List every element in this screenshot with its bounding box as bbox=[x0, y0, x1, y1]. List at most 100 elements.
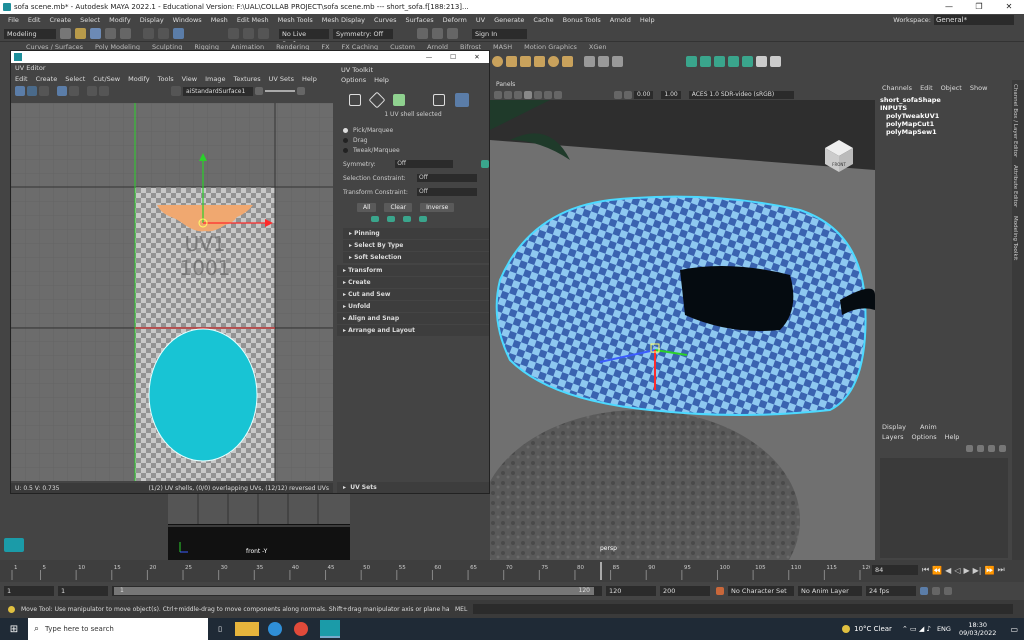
shadows-icon[interactable] bbox=[554, 90, 562, 99]
select-component-icon[interactable] bbox=[173, 28, 184, 39]
tool-mode-pick-marquee[interactable]: Pick/Marquee bbox=[337, 125, 489, 135]
bridge-icon[interactable] bbox=[700, 56, 711, 67]
taskbar-search[interactable]: ⌕ Type here to search bbox=[28, 618, 208, 640]
uv-toolkit-menu-options[interactable]: Options bbox=[341, 76, 366, 84]
grow-selection-icon[interactable] bbox=[371, 216, 379, 222]
edge-icon[interactable] bbox=[268, 622, 282, 636]
playback-end-field[interactable]: 120 bbox=[606, 586, 656, 596]
layer-move-down-icon[interactable] bbox=[977, 444, 984, 452]
anim-layer-dropdown[interactable]: No Anim Layer bbox=[798, 586, 862, 596]
new-scene-icon[interactable] bbox=[60, 28, 71, 39]
menu-curves[interactable]: Curves bbox=[374, 16, 397, 24]
next-key-icon[interactable]: ▶| bbox=[973, 566, 982, 575]
step-forward-icon[interactable]: ⏩ bbox=[985, 566, 995, 575]
isolate-icon[interactable] bbox=[624, 90, 632, 99]
menu-uv[interactable]: UV bbox=[476, 16, 485, 24]
menu-display[interactable]: Display bbox=[140, 16, 164, 24]
target-weld-icon[interactable] bbox=[770, 56, 781, 67]
mirror-icon[interactable] bbox=[742, 56, 753, 67]
modeling-toolkit-side-tab[interactable]: Modeling Toolkit bbox=[1012, 208, 1018, 260]
uv-menu-image[interactable]: Image bbox=[205, 75, 225, 83]
poly-cylinder-icon[interactable] bbox=[520, 56, 531, 67]
prev-key-icon[interactable]: ◀ bbox=[945, 566, 951, 575]
section-unfold[interactable]: ▸ Unfold bbox=[337, 301, 489, 312]
task-view-icon[interactable]: ▯ bbox=[208, 625, 232, 633]
section-transform[interactable]: ▸ Transform bbox=[337, 265, 489, 276]
smooth-icon[interactable] bbox=[612, 56, 623, 67]
uv-canvas[interactable]: UV1 1001 bbox=[11, 103, 333, 481]
menu-edit[interactable]: Edit bbox=[28, 16, 41, 24]
language-indicator[interactable]: ENG bbox=[937, 625, 951, 633]
clear-selection-button[interactable]: Clear bbox=[384, 203, 413, 212]
maximize-icon[interactable]: ❐ bbox=[964, 0, 994, 14]
extrude-icon[interactable] bbox=[686, 56, 697, 67]
menu-select[interactable]: Select bbox=[80, 16, 100, 24]
menu-windows[interactable]: Windows bbox=[173, 16, 202, 24]
poly-sphere-icon[interactable] bbox=[492, 56, 503, 67]
colorspace-dropdown[interactable]: ACES 1.0 SDR-video (sRGB) bbox=[688, 90, 794, 99]
snap-point-icon[interactable] bbox=[258, 28, 269, 39]
workspace-selector[interactable]: Workspace: General* bbox=[893, 14, 1014, 26]
uv-edge-mode-2-icon[interactable] bbox=[433, 94, 445, 106]
save-scene-icon[interactable] bbox=[90, 28, 101, 39]
select-hierarchy-icon[interactable] bbox=[143, 28, 154, 39]
chrome-icon[interactable] bbox=[294, 622, 308, 636]
notifications-icon[interactable]: ▭ bbox=[1010, 625, 1018, 634]
menu-mesh-tools[interactable]: Mesh Tools bbox=[278, 16, 313, 24]
layer-tab-display[interactable]: Display bbox=[882, 423, 906, 431]
menu-surfaces[interactable]: Surfaces bbox=[406, 16, 434, 24]
select-shell-border-icon[interactable] bbox=[403, 216, 411, 222]
command-line-input[interactable] bbox=[473, 604, 1014, 614]
shelf-tab-motion-graphics[interactable]: Motion Graphics bbox=[518, 42, 583, 53]
uv-grid-toggle-icon[interactable] bbox=[15, 86, 25, 96]
go-to-end-icon[interactable]: ⏭ bbox=[997, 565, 1004, 575]
uv-menu-cut-sew[interactable]: Cut/Sew bbox=[93, 75, 120, 83]
symmetry-axis-icon[interactable] bbox=[481, 160, 489, 168]
layer-tab-anim[interactable]: Anim bbox=[920, 423, 937, 431]
uv-texture-tile-icon[interactable] bbox=[171, 86, 181, 96]
menu-generate[interactable]: Generate bbox=[494, 16, 524, 24]
sign-in-button[interactable]: Sign In bbox=[472, 28, 527, 39]
uv-minimize-icon[interactable]: — bbox=[417, 53, 441, 61]
poly-plane-icon[interactable] bbox=[562, 56, 573, 67]
input-node-polymapsew1[interactable]: polyMapSew1 bbox=[876, 128, 1012, 136]
close-icon[interactable]: ✕ bbox=[994, 0, 1024, 14]
input-node-polytweakuv1[interactable]: polyTweakUV1 bbox=[876, 112, 1012, 120]
uv-surface-dropdown[interactable]: aiStandardSurface1 bbox=[183, 86, 253, 96]
snap-curve-icon[interactable] bbox=[243, 28, 254, 39]
channel-box-side-tab[interactable]: Channel Box / Layer Editor bbox=[1012, 80, 1018, 157]
live-surface-field[interactable]: No Live Surface bbox=[279, 28, 329, 48]
subsection-pinning[interactable]: ▸ Pinning bbox=[343, 228, 489, 239]
preferences-icon[interactable] bbox=[944, 587, 952, 595]
tray-icons[interactable]: ⌃ ▭ ◢ ♪ bbox=[902, 625, 931, 633]
ipr-render-icon[interactable] bbox=[432, 28, 443, 39]
menu-deform[interactable]: Deform bbox=[443, 16, 467, 24]
menu-set-dropdown[interactable]: Modeling bbox=[4, 28, 56, 39]
uv-exposure-slider[interactable] bbox=[265, 90, 295, 92]
menu-edit-mesh[interactable]: Edit Mesh bbox=[237, 16, 269, 24]
uv-vertex-mode-icon[interactable] bbox=[349, 94, 361, 106]
input-node-polymapcut1[interactable]: polyMapCut1 bbox=[876, 120, 1012, 128]
uv-gamma-icon[interactable] bbox=[297, 87, 305, 95]
section-cut-and-sew[interactable]: ▸ Cut and Sew bbox=[337, 289, 489, 300]
weather-icon[interactable] bbox=[842, 625, 851, 633]
shrink-selection-icon[interactable] bbox=[387, 216, 395, 222]
menu-help[interactable]: Help bbox=[640, 16, 655, 24]
symmetry-field[interactable]: Off bbox=[395, 160, 454, 168]
uv-face-mode-icon[interactable] bbox=[393, 94, 405, 106]
auto-key-icon[interactable] bbox=[716, 587, 724, 595]
uv-sets-section[interactable]: ▸ UV Sets bbox=[337, 482, 489, 493]
undo-icon[interactable] bbox=[105, 28, 116, 39]
maya-taskbar-icon[interactable] bbox=[320, 620, 340, 638]
layer-menu-help[interactable]: Help bbox=[945, 433, 960, 441]
uv-menu-select[interactable]: Select bbox=[65, 75, 85, 83]
shelf-tab-xgen[interactable]: XGen bbox=[583, 42, 613, 53]
uv-checker-icon[interactable] bbox=[57, 86, 67, 96]
uv-filter-icon[interactable] bbox=[99, 86, 109, 96]
uv-shell-mode-icon[interactable] bbox=[455, 93, 469, 107]
character-set-dropdown[interactable]: No Character Set bbox=[728, 586, 794, 596]
panels-menu[interactable]: Panels bbox=[496, 81, 515, 88]
object-name[interactable]: short_sofaShape bbox=[876, 96, 1012, 104]
uv-editor-window[interactable]: — ☐ ✕ UV Editor Edit Create Select Cut/Sew M… bbox=[10, 50, 490, 494]
open-scene-icon[interactable] bbox=[75, 28, 86, 39]
